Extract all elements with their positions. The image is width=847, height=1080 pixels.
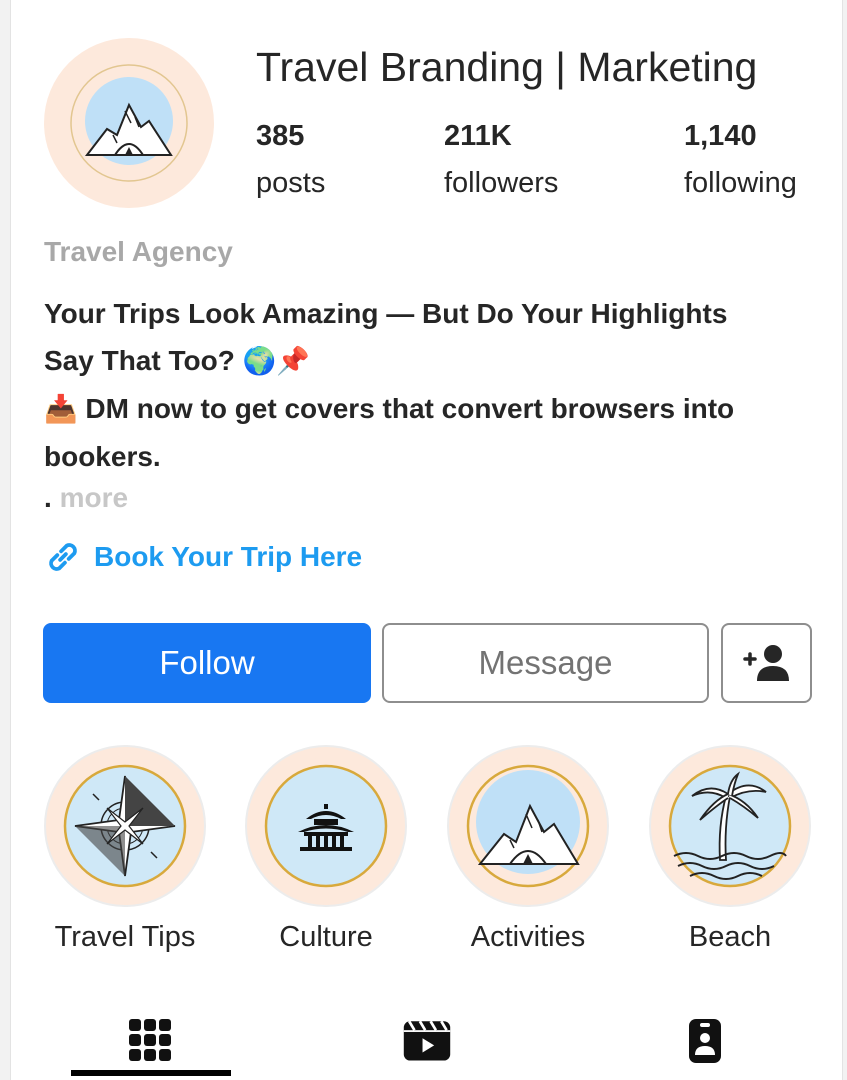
highlight-travel-tips[interactable]: Travel Tips <box>25 745 225 954</box>
stat-followers-value: 211K <box>444 120 512 152</box>
bio-line-3: 📥 DM now to get covers that convert brow… <box>44 385 804 433</box>
bio-more-link[interactable]: more <box>60 482 128 513</box>
stat-posts[interactable]: 385 posts <box>256 120 325 200</box>
bio-line-2: Say That Too? 🌍📌 <box>44 337 804 385</box>
highlight-label: Travel Tips <box>54 921 196 953</box>
link-icon <box>49 543 77 571</box>
bio-link-text: Book Your Trip Here <box>94 541 363 572</box>
tagged-icon <box>689 1019 721 1063</box>
compass-icon <box>57 758 193 894</box>
follow-button[interactable]: Follow <box>43 623 371 703</box>
highlight-cover <box>44 745 206 907</box>
inbox-tray-emoji: 📥 <box>44 394 78 424</box>
mountain-tent-icon <box>70 64 188 182</box>
highlight-cover <box>245 745 407 907</box>
active-tab-indicator <box>71 1070 231 1076</box>
bio-more-row: . more <box>44 482 128 514</box>
message-button[interactable]: Message <box>382 623 709 703</box>
stat-posts-value: 385 <box>256 120 305 152</box>
profile-page: Travel Branding | Marketing 385 posts 21… <box>10 0 843 1080</box>
stat-following[interactable]: 1,140 following <box>684 120 797 200</box>
reels-icon <box>403 1020 451 1061</box>
highlight-activities[interactable]: Activities <box>428 745 628 954</box>
palm-tree-icon <box>662 758 798 894</box>
bio-dot: . <box>44 482 52 513</box>
add-person-icon <box>742 645 789 681</box>
highlight-label: Culture <box>279 921 373 953</box>
grid-icon <box>129 1019 171 1061</box>
suggested-users-button[interactable] <box>721 623 812 703</box>
highlight-cover <box>447 745 609 907</box>
bio-line-1: Your Trips Look Amazing — But Do Your Hi… <box>44 298 728 329</box>
tab-tagged[interactable] <box>675 1010 735 1070</box>
stat-following-value: 1,140 <box>684 120 757 152</box>
profile-avatar[interactable] <box>44 38 214 208</box>
stat-followers-label: followers <box>444 167 559 199</box>
profile-bio: Your Trips Look Amazing — But Do Your Hi… <box>44 290 804 480</box>
bio-line-2-text: Say That Too? <box>44 345 235 376</box>
globe-pin-emoji: 🌍📌 <box>242 346 310 376</box>
tab-grid[interactable] <box>120 1010 180 1070</box>
bio-line-4: bookers. <box>44 441 161 472</box>
highlight-culture[interactable]: Culture <box>226 745 426 954</box>
profile-category: Travel Agency <box>44 236 233 267</box>
highlight-beach[interactable]: Beach <box>630 745 830 954</box>
stat-following-label: following <box>684 167 797 199</box>
stat-followers[interactable]: 211K followers <box>444 120 558 200</box>
highlight-label: Activities <box>470 921 586 953</box>
bio-link[interactable]: Book Your Trip Here <box>44 538 362 576</box>
highlight-label: Beach <box>688 921 772 953</box>
temple-icon <box>258 758 394 894</box>
profile-tabs <box>11 990 844 1080</box>
stat-posts-label: posts <box>256 167 326 199</box>
mountain-tent-icon <box>460 758 596 894</box>
profile-username: Travel Branding | Marketing <box>256 44 758 90</box>
tab-reels[interactable] <box>397 1010 457 1070</box>
highlight-cover <box>649 745 811 907</box>
bio-line-3-text: DM now to get covers that convert browse… <box>77 393 735 424</box>
